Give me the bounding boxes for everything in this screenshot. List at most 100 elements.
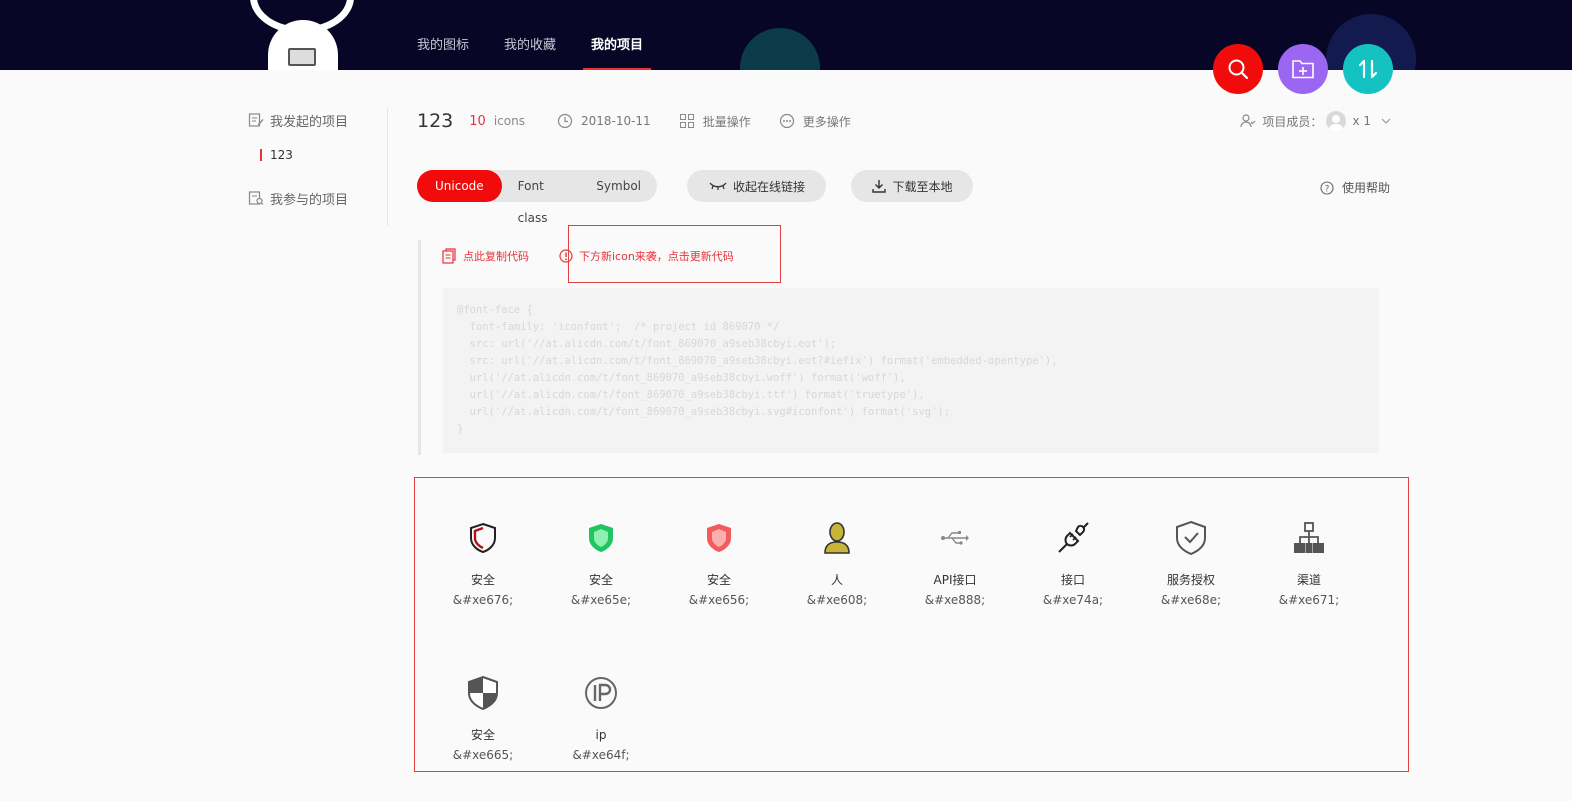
- icon-card[interactable]: 安全 &#xe65e;: [542, 478, 660, 608]
- main-nav: 我的图标 我的收藏 我的项目: [417, 0, 678, 70]
- project-date: 2018-10-11: [557, 113, 651, 129]
- svg-text:?: ?: [1325, 184, 1330, 194]
- mascot-logo[interactable]: [248, 0, 358, 70]
- add-folder-button[interactable]: [1278, 44, 1328, 94]
- nav-my-projects[interactable]: 我的项目: [583, 0, 652, 70]
- icon-name: 安全: [470, 573, 495, 587]
- search-button[interactable]: [1213, 44, 1263, 94]
- collapse-link-button[interactable]: 收起在线链接: [687, 170, 826, 202]
- avatar: [1326, 111, 1347, 131]
- members-count: x 1: [1352, 114, 1371, 128]
- icon-name: 服务授权: [1166, 573, 1215, 587]
- ip-icon: [581, 675, 621, 711]
- icon-grid: 安全 &#xe676; 安全 &#xe65e; 安全 &#xe656; 人 &#…: [414, 477, 1409, 772]
- icon-card[interactable]: ip &#xe64f;: [542, 633, 660, 763]
- collapse-link-label: 收起在线链接: [732, 179, 805, 194]
- shield-red-icon: [699, 520, 739, 556]
- nav-my-favorites[interactable]: 我的收藏: [504, 0, 556, 70]
- shield-check-icon: [1171, 520, 1211, 556]
- icon-name: 渠道: [1296, 573, 1321, 587]
- icon-name: 安全: [470, 728, 495, 742]
- person-icon: [817, 520, 857, 556]
- folder-add-icon: [1292, 60, 1314, 79]
- shield-outline-icon: [463, 520, 503, 556]
- annotation-box: [568, 225, 781, 283]
- download-button[interactable]: 下载至本地: [851, 170, 973, 202]
- active-indicator: [260, 149, 262, 161]
- copy-code-button[interactable]: 点此复制代码: [441, 248, 529, 264]
- icon-name: 人: [830, 573, 843, 587]
- project-members[interactable]: 项目成员： x 1: [1240, 111, 1397, 131]
- icon-code: &#xe608;: [806, 593, 868, 607]
- icon-code: &#xe888;: [924, 593, 986, 607]
- icon-name: 安全: [706, 573, 731, 587]
- nav-my-icons[interactable]: 我的图标: [417, 0, 469, 70]
- tab-symbol[interactable]: Symbol: [580, 170, 657, 202]
- sidebar-created-projects[interactable]: 我发起的项目: [248, 108, 387, 132]
- members-label: 项目成员：: [1262, 114, 1323, 129]
- icon-card[interactable]: 安全 &#xe656;: [660, 478, 778, 608]
- shield-quarter-icon: [463, 675, 503, 711]
- icon-code: &#xe65e;: [570, 593, 632, 607]
- icon-code: &#xe656;: [688, 593, 750, 607]
- icon-code: &#xe64f;: [572, 748, 630, 762]
- icon-code: &#xe74a;: [1042, 593, 1104, 607]
- project-date-value: 2018-10-11: [580, 114, 651, 128]
- search-icon: [1228, 59, 1249, 80]
- icon-code: &#xe676;: [452, 593, 514, 607]
- icon-code: &#xe665;: [452, 748, 514, 762]
- download-label: 下载至本地: [892, 179, 953, 194]
- tab-font-class[interactable]: Font class: [502, 170, 581, 225]
- icon-code: &#xe68e;: [1160, 593, 1222, 607]
- icon-card[interactable]: 接口 &#xe74a;: [1014, 478, 1132, 608]
- icon-name: 安全: [588, 573, 613, 587]
- help-link[interactable]: ? 使用帮助: [1320, 179, 1390, 196]
- icon-card[interactable]: 安全 &#xe665;: [424, 633, 542, 763]
- edit-doc-icon: [248, 113, 264, 127]
- closed-eye-icon: [709, 182, 727, 190]
- more-operations-button[interactable]: 更多操作: [779, 113, 851, 130]
- copy-code-label: 点此复制代码: [463, 250, 529, 263]
- icon-card[interactable]: 渠道 &#xe671;: [1250, 478, 1368, 608]
- usb-icon: [935, 520, 975, 556]
- chevron-down-icon: [1381, 118, 1391, 124]
- icon-name: 接口: [1060, 573, 1085, 587]
- more-icon: [779, 113, 794, 129]
- download-icon: [872, 180, 887, 193]
- sort-button[interactable]: [1343, 44, 1393, 94]
- icon-code: &#xe671;: [1278, 593, 1340, 607]
- icon-card[interactable]: 安全 &#xe676;: [424, 478, 542, 608]
- project-sidebar: 我发起的项目 123 我参与的项目: [248, 108, 388, 226]
- icon-card[interactable]: 人 &#xe608;: [778, 478, 896, 608]
- icon-count-unit: icons: [493, 114, 525, 128]
- sidebar-created-label: 我发起的项目: [270, 114, 349, 130]
- sidebar-project-label: 123: [270, 148, 293, 162]
- tab-unicode[interactable]: Unicode: [417, 170, 502, 202]
- icon-name: API接口: [933, 573, 977, 587]
- project-title: 123: [417, 110, 454, 132]
- batch-operations-label: 批量操作: [702, 114, 751, 129]
- network-icon: [1289, 520, 1329, 556]
- icon-card[interactable]: API接口 &#xe888;: [896, 478, 1014, 608]
- batch-operations-button[interactable]: 批量操作: [679, 113, 751, 130]
- help-icon: ?: [1320, 180, 1334, 195]
- sidebar-item-project[interactable]: 123: [260, 148, 387, 162]
- clock-icon: [557, 113, 573, 129]
- copy-icon: [442, 248, 456, 264]
- sidebar-joined-projects[interactable]: 我参与的项目: [248, 186, 387, 210]
- grid-icon: [679, 114, 694, 128]
- more-operations-label: 更多操作: [802, 114, 851, 129]
- code-type-tabs: Unicode Font class Symbol: [417, 170, 657, 225]
- sort-arrows-icon: [1358, 59, 1378, 79]
- shield-green-icon: [581, 520, 621, 556]
- help-label: 使用帮助: [1342, 181, 1391, 195]
- sidebar-joined-label: 我参与的项目: [270, 192, 349, 208]
- plug-icon: [1053, 520, 1093, 556]
- code-panel: 点此复制代码 下方新icon来袭，点击更新代码 @font-face { fon…: [418, 240, 1380, 455]
- code-snippet[interactable]: @font-face { font-family: 'iconfont'; /*…: [443, 288, 1379, 453]
- project-header: 123 10 icons 2018-10-11 批量操作 更多操作 项目成员： …: [417, 108, 1397, 134]
- icon-count: 10: [469, 113, 486, 129]
- icon-name: ip: [595, 728, 607, 742]
- members-icon: [1240, 114, 1256, 128]
- icon-card[interactable]: 服务授权 &#xe68e;: [1132, 478, 1250, 608]
